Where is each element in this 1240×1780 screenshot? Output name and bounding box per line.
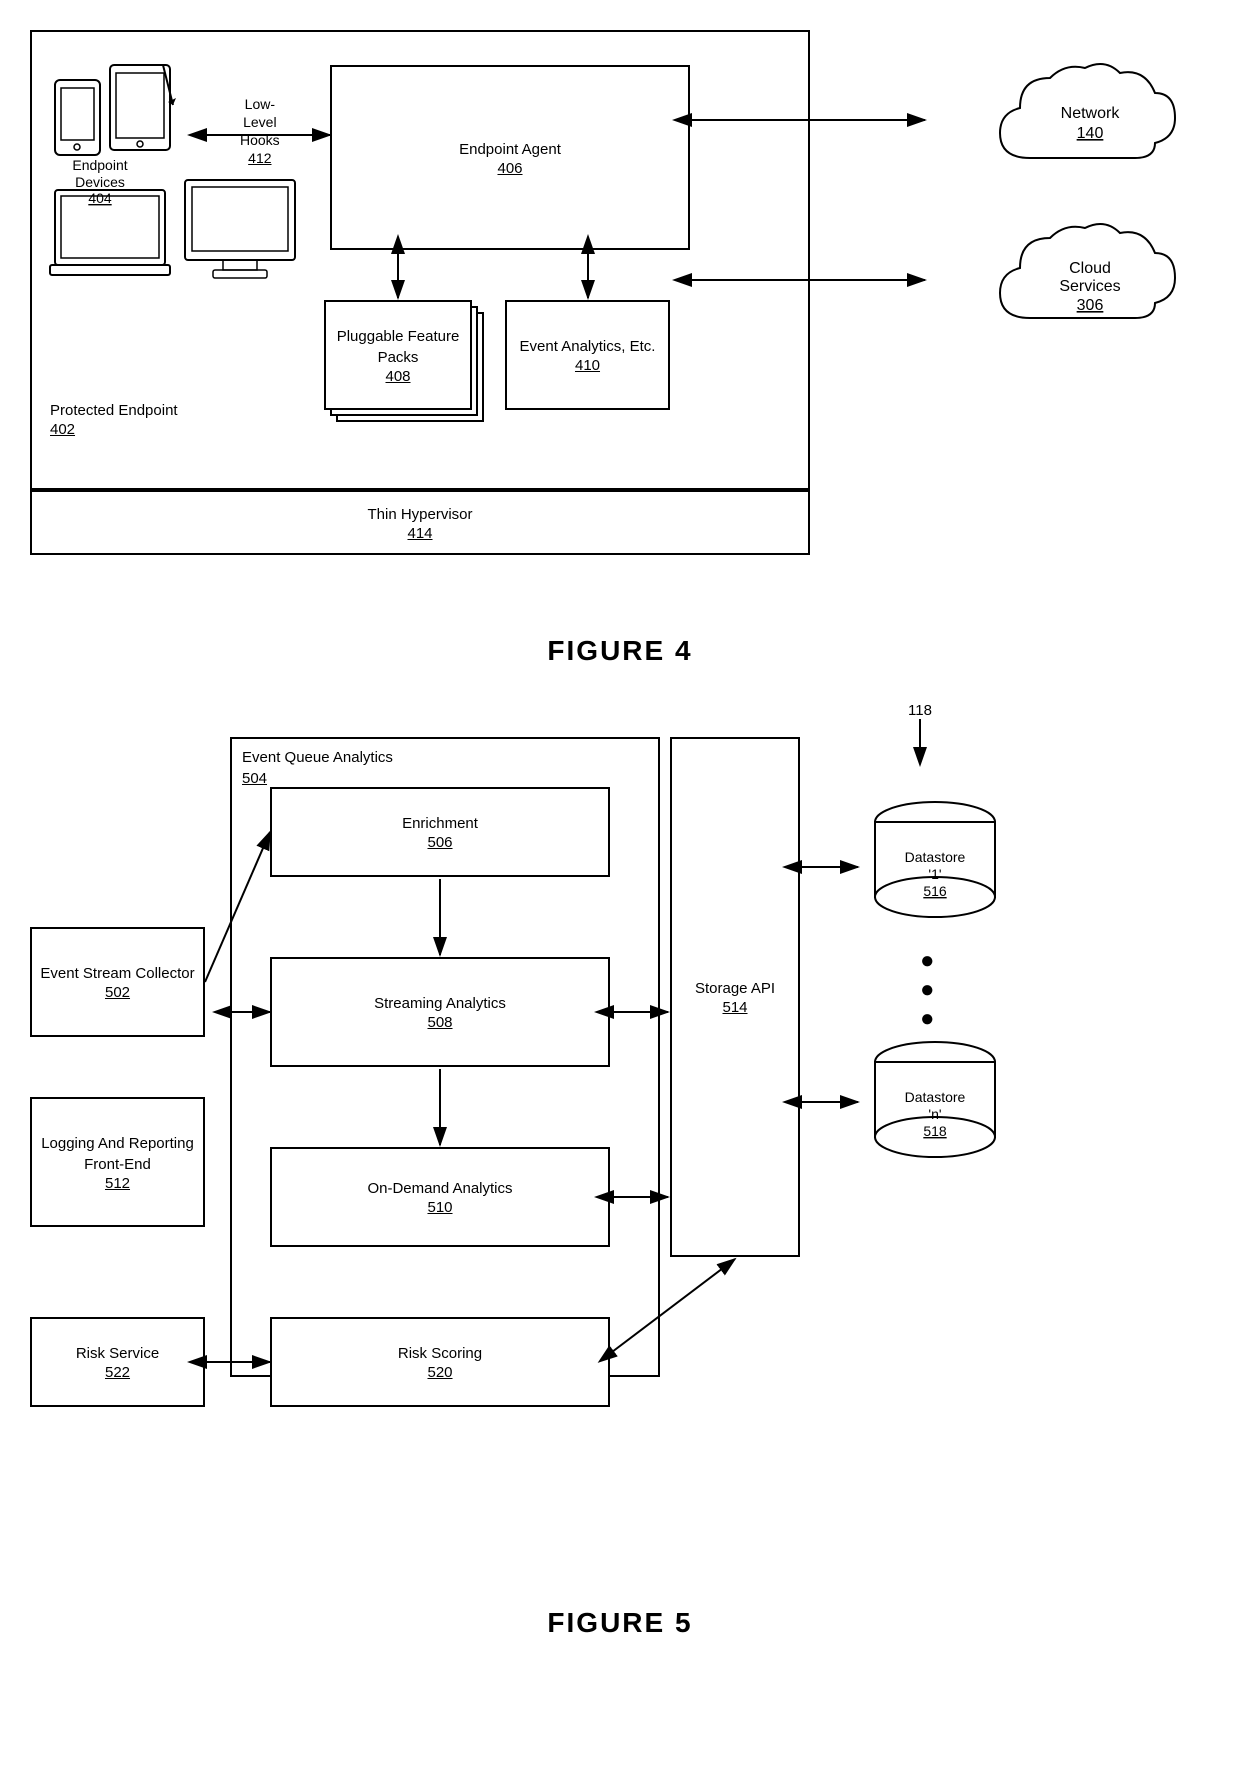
- low-level-hooks-number: 412: [240, 150, 280, 166]
- low-level-hooks-label: Low-LevelHooks: [240, 95, 280, 150]
- svg-text:Network: Network: [1061, 105, 1121, 122]
- svg-text:Services: Services: [1059, 278, 1120, 295]
- event-stream-collector-number: 502: [105, 984, 130, 1001]
- event-analytics-label: Event Analytics, Etc.: [520, 336, 656, 357]
- streaming-analytics-number: 508: [427, 1014, 452, 1031]
- svg-text:118: 118: [908, 702, 932, 719]
- enrichment-label: Enrichment: [402, 813, 478, 834]
- protected-endpoint-number: 402: [50, 421, 178, 438]
- svg-text:306: 306: [1077, 297, 1104, 314]
- svg-text:140: 140: [1077, 125, 1104, 142]
- event-analytics-number: 410: [575, 357, 600, 374]
- figure4-caption: FIGURE 4: [30, 635, 1210, 667]
- svg-text:'1': '1': [928, 866, 941, 882]
- pluggable-packs-number: 408: [385, 368, 410, 385]
- network-cloud: Network 140: [990, 58, 1190, 203]
- enrichment-number: 506: [427, 834, 452, 851]
- svg-text:Datastore: Datastore: [905, 849, 966, 865]
- thin-hypervisor-number: 414: [407, 525, 432, 542]
- figure5-caption: FIGURE 5: [30, 1607, 1210, 1639]
- svg-text:Devices: Devices: [75, 174, 125, 190]
- event-queue-analytics-label: Event Queue Analytics: [242, 749, 393, 766]
- cloud-services: Cloud Services 306: [990, 218, 1190, 363]
- svg-text:Cloud: Cloud: [1069, 260, 1111, 277]
- on-demand-analytics-number: 510: [427, 1199, 452, 1216]
- pluggable-packs-label: Pluggable Feature Packs: [326, 326, 470, 368]
- risk-service-number: 522: [105, 1364, 130, 1381]
- ref-118-arrow: 118: [860, 697, 960, 777]
- logging-reporting-label: Logging And Reporting Front-End: [32, 1133, 203, 1175]
- svg-text:'n': 'n': [928, 1106, 941, 1122]
- storage-api-label: Storage API: [695, 978, 775, 999]
- endpoint-agent-number: 406: [497, 160, 522, 177]
- risk-scoring-label: Risk Scoring: [398, 1343, 482, 1364]
- event-queue-analytics-number: 504: [242, 768, 393, 789]
- datastoren: Datastore 'n' 518: [860, 1037, 1010, 1172]
- on-demand-analytics-label: On-Demand Analytics: [367, 1178, 512, 1199]
- event-stream-collector-label: Event Stream Collector: [40, 963, 194, 984]
- thin-hypervisor-label: Thin Hypervisor: [367, 504, 472, 525]
- svg-text:404: 404: [88, 190, 112, 206]
- svg-text:Endpoint: Endpoint: [72, 157, 127, 173]
- streaming-analytics-label: Streaming Analytics: [374, 993, 506, 1014]
- svg-text:518: 518: [923, 1123, 947, 1139]
- protected-endpoint-label: Protected Endpoint: [50, 400, 178, 421]
- svg-text:Datastore: Datastore: [905, 1089, 966, 1105]
- storage-api-number: 514: [722, 999, 747, 1016]
- datastore1: Datastore '1' 516: [860, 797, 1010, 932]
- svg-text:516: 516: [923, 883, 947, 899]
- endpoint-agent-label: Endpoint Agent: [459, 139, 561, 160]
- risk-scoring-number: 520: [427, 1364, 452, 1381]
- datastore-dots: ●●●: [920, 947, 935, 1033]
- logging-reporting-number: 512: [105, 1175, 130, 1192]
- risk-service-label: Risk Service: [76, 1343, 159, 1364]
